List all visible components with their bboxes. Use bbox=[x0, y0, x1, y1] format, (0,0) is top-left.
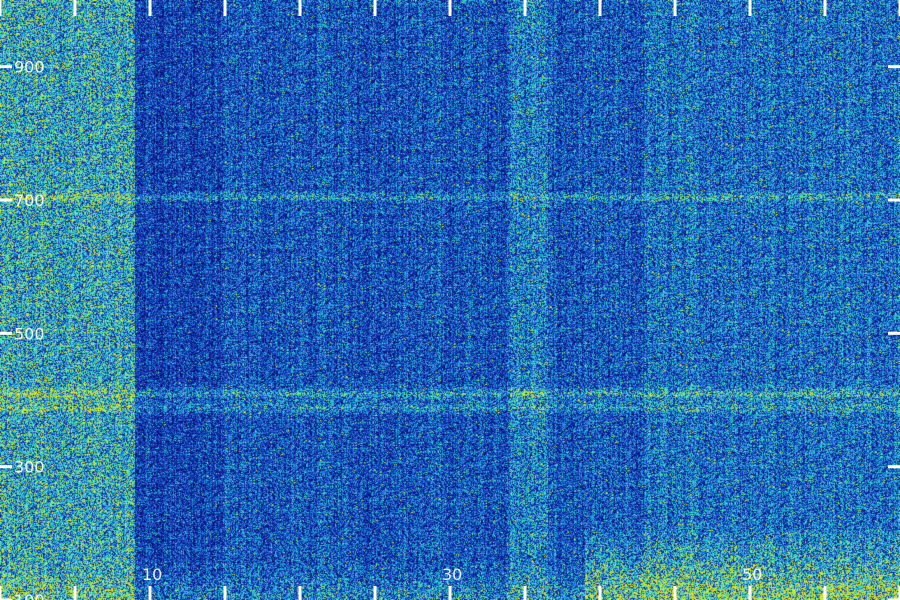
spectrogram-heatmap bbox=[0, 0, 900, 600]
